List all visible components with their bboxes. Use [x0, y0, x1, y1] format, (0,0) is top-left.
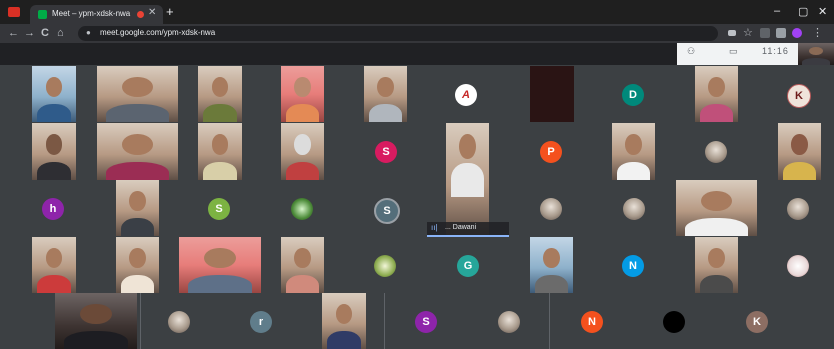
participant-avatar-image[interactable] — [663, 311, 685, 333]
participant-tile[interactable] — [281, 66, 324, 122]
participant-avatar[interactable]: S — [415, 311, 437, 333]
participant-avatar-image[interactable] — [787, 198, 809, 220]
lock-icon: ● — [86, 28, 91, 37]
participant-avatar[interactable]: D — [622, 84, 644, 106]
recording-indicator-icon — [137, 11, 144, 18]
chat-icon[interactable]: ▭ — [729, 46, 738, 57]
address-bar[interactable]: ● meet.google.com/ypm-xdsk-nwa — [78, 26, 718, 41]
filmstrip-divider — [384, 293, 385, 349]
participant-avatar[interactable]: N — [581, 311, 603, 333]
participant-avatar-image[interactable] — [787, 255, 809, 277]
participant-tile[interactable] — [97, 123, 178, 180]
audio-level-icon: ıı| — [431, 223, 438, 232]
self-view-tile[interactable] — [798, 43, 834, 65]
tab-close-icon[interactable]: ✕ — [148, 7, 156, 18]
participant-tile[interactable] — [32, 66, 76, 122]
maximize-button[interactable]: ▢ — [798, 5, 808, 18]
participant-tile[interactable] — [364, 66, 407, 122]
tab-title: Meet – ypm-xdsk-nwa — [52, 9, 131, 18]
filmstrip-divider — [549, 293, 550, 349]
active-speaker-highlight — [427, 235, 509, 237]
puzzle-icon[interactable] — [776, 28, 786, 38]
participant-avatar-image[interactable] — [168, 311, 190, 333]
participant-avatar[interactable]: A — [455, 84, 477, 106]
url-text: meet.google.com/ypm-xdsk-nwa — [100, 28, 216, 37]
participant-avatar-image[interactable] — [705, 141, 727, 163]
participant-tile[interactable] — [179, 237, 261, 293]
participant-tile[interactable] — [695, 237, 738, 293]
active-speaker-tile[interactable] — [446, 123, 489, 237]
extension-icon[interactable] — [760, 28, 770, 38]
participant-tile[interactable] — [322, 293, 366, 349]
window-menu-icon[interactable] — [8, 7, 20, 17]
participant-tile[interactable] — [198, 66, 242, 122]
participant-tile[interactable] — [97, 66, 178, 122]
participant-avatar[interactable]: K — [746, 311, 768, 333]
filmstrip-divider — [140, 293, 141, 349]
minimize-button[interactable]: – — [774, 5, 780, 17]
forward-button[interactable]: → — [24, 27, 35, 39]
participant-tile[interactable] — [281, 237, 324, 293]
participant-avatar[interactable]: S — [208, 198, 230, 220]
participant-avatar[interactable]: h — [42, 198, 64, 220]
participant-avatar-image[interactable] — [291, 198, 313, 220]
participant-tile[interactable] — [32, 123, 76, 180]
home-button[interactable]: ⌂ — [57, 27, 64, 39]
participant-avatar[interactable]: P — [540, 141, 562, 163]
participant-avatar-image[interactable] — [540, 198, 562, 220]
participant-avatar[interactable]: S — [375, 141, 397, 163]
camera-indicator-icon[interactable] — [728, 30, 736, 36]
participant-tile[interactable] — [116, 237, 159, 293]
participant-tile[interactable] — [695, 66, 738, 122]
participant-avatar-image[interactable] — [374, 255, 396, 277]
participant-tile[interactable] — [676, 180, 757, 236]
participant-avatar[interactable]: G — [457, 255, 479, 277]
meet-favicon-icon — [38, 10, 47, 19]
participant-tile[interactable] — [55, 293, 137, 349]
participant-avatar[interactable]: K — [787, 84, 811, 108]
star-icon[interactable]: ☆ — [743, 26, 753, 39]
profile-avatar[interactable] — [792, 28, 802, 38]
participant-avatar[interactable]: S — [374, 198, 400, 224]
active-speaker-label: ıı| ... Dawani — [427, 222, 509, 235]
participant-avatar[interactable]: r — [250, 311, 272, 333]
participant-tile[interactable] — [116, 180, 159, 236]
people-icon[interactable]: ⚇ — [687, 46, 695, 57]
window-close-button[interactable]: ✕ — [818, 5, 827, 18]
participant-tile-dark[interactable] — [530, 66, 574, 122]
browser-tab-meet[interactable]: Meet – ypm-xdsk-nwa ✕ — [30, 5, 163, 24]
participant-avatar-image[interactable] — [498, 311, 520, 333]
speaker-name: ... Dawani — [445, 224, 477, 231]
participant-tile[interactable] — [612, 123, 655, 180]
browser-menu-icon[interactable]: ⋮ — [812, 26, 823, 39]
participant-avatar[interactable]: N — [622, 255, 644, 277]
reload-button[interactable]: C — [41, 27, 49, 39]
new-tab-button[interactable]: + — [166, 5, 174, 19]
participant-tile[interactable] — [32, 237, 76, 293]
participant-tile[interactable] — [530, 237, 573, 293]
participant-tile[interactable] — [198, 123, 242, 180]
browser-toolbar: ← → C ⌂ ● meet.google.com/ypm-xdsk-nwa ☆… — [0, 24, 834, 43]
meeting-time: 11:16 — [762, 46, 789, 56]
back-button[interactable]: ← — [8, 27, 19, 39]
browser-tab-bar: Meet – ypm-xdsk-nwa ✕ + – ▢ ✕ — [0, 0, 834, 24]
participant-tile[interactable] — [778, 123, 821, 180]
participant-tile[interactable] — [281, 123, 324, 180]
participant-avatar-image[interactable] — [623, 198, 645, 220]
